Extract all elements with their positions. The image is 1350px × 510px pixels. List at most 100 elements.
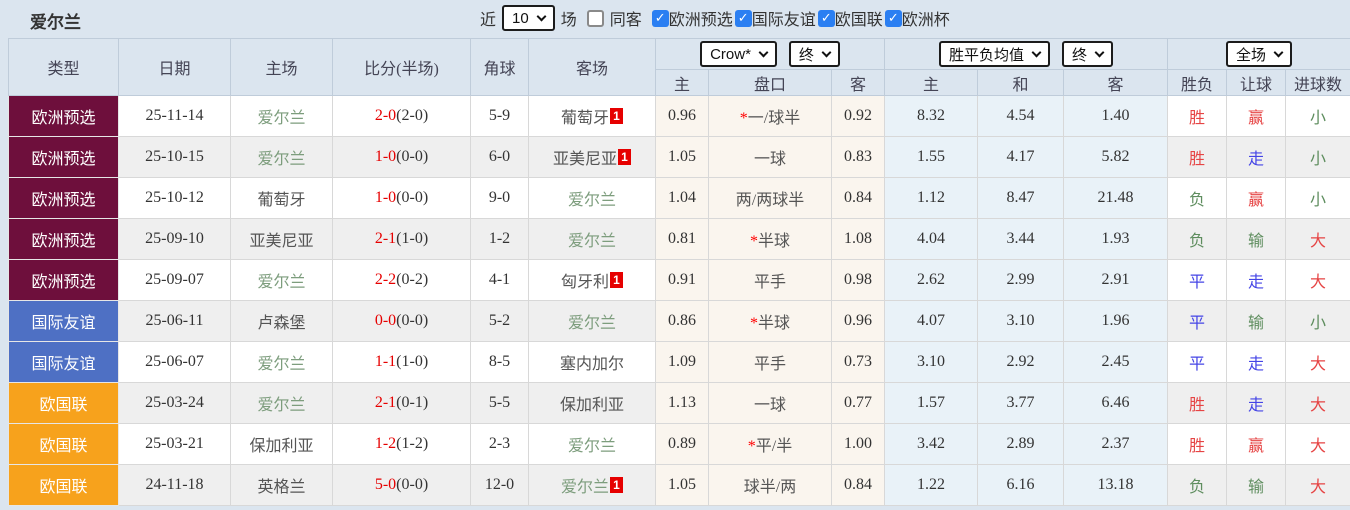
league-filter-checkbox[interactable] <box>884 9 902 27</box>
score-cell: 1-1(1-0) <box>332 341 471 383</box>
avg-draw-cell: 6.16 <box>977 464 1064 506</box>
league-type-cell: 欧洲预选 <box>8 218 119 260</box>
odds-home-cell: 0.86 <box>655 300 709 342</box>
table-row: 欧洲预选 25-09-07 爱尔兰 2-2(0-2) 4-1 匈牙利 1 0.91 平手 0.98… <box>8 259 1350 301</box>
goals-cell: 大 <box>1284 259 1350 301</box>
handicap-cell: *半球 <box>708 300 832 342</box>
match-date-cell: 25-10-15 <box>118 136 231 178</box>
table-row: 欧国联 25-03-21 保加利亚 1-2(1-2) 2-3 爱尔兰 0.89 *平/半 1.0… <box>8 423 1350 465</box>
team-name: 爱尔兰 <box>567 192 616 209</box>
league-type-cell: 国际友谊 <box>8 341 119 383</box>
table-row: 欧洲预选 25-09-10 亚美尼亚 2-1(1-0) 1-2 爱尔兰 0.81 *半球 1.0… <box>8 218 1350 260</box>
odds-time-select[interactable]: 终 <box>788 41 840 67</box>
match-date-cell: 25-09-10 <box>118 218 231 260</box>
odds-home-cell: 1.04 <box>655 177 709 219</box>
odds-group-header: Crow* 终 <box>655 38 885 70</box>
league-type-cell: 欧洲预选 <box>8 259 119 301</box>
full-score: 1-2 <box>374 435 397 452</box>
team-name: 爱尔兰 <box>567 438 616 455</box>
avg-home-cell: 3.42 <box>884 423 978 465</box>
corner-cell: 2-3 <box>470 423 529 465</box>
avg-away-cell: 21.48 <box>1063 177 1168 219</box>
handicap-star: * <box>739 110 748 127</box>
table-row: 欧国联 25-03-24 爱尔兰 2-1(0-1) 5-5 保加利亚 1.13 一球 0.77 1… <box>8 382 1350 424</box>
avg-time-select[interactable]: 终 <box>1062 41 1114 67</box>
recent-count-select[interactable]: 10 <box>502 5 555 31</box>
rank-badge[interactable]: 1 <box>618 149 631 165</box>
league-filter-label[interactable]: 欧洲杯 <box>902 6 950 30</box>
odds-away-cell: 0.92 <box>831 95 885 137</box>
league-filter-label[interactable]: 欧国联 <box>835 6 883 30</box>
match-date-cell: 25-03-24 <box>118 382 231 424</box>
half-score: (2-0) <box>396 107 429 124</box>
team-name: 匈牙利 <box>560 274 609 291</box>
home-team-cell: 爱尔兰 <box>230 136 333 178</box>
table-row: 欧洲预选 25-10-12 葡萄牙 1-0(0-0) 9-0 爱尔兰 1.04 两/两球半 0.… <box>8 177 1350 219</box>
league-type-cell: 国际友谊 <box>8 300 119 342</box>
league-filter-checkbox[interactable] <box>651 9 669 27</box>
rank-badge[interactable]: 1 <box>610 272 623 288</box>
result-cell: 平 <box>1167 341 1227 383</box>
chevron-down-icon <box>821 47 832 57</box>
handicap-cell: 球半/两 <box>708 464 832 506</box>
goals-cell: 大 <box>1284 382 1350 424</box>
avg-group-header: 胜平负均值 终 <box>884 38 1168 70</box>
home-team-cell: 亚美尼亚 <box>230 218 333 260</box>
odds-company-select[interactable]: Crow* <box>700 41 777 67</box>
sub-header-avg-away: 客 <box>1063 69 1168 96</box>
league-filter-label[interactable]: 国际友谊 <box>752 6 816 30</box>
full-score: 1-1 <box>374 353 397 370</box>
team-name: 塞内加尔 <box>559 356 624 373</box>
rank-badge[interactable]: 1 <box>610 108 623 124</box>
sub-header-handicap-result: 让球 <box>1226 69 1286 96</box>
team-name: 保加利亚 <box>249 438 314 455</box>
table-row: 欧洲预选 25-11-14 爱尔兰 2-0(2-0) 5-9 葡萄牙 1 0.96 *一/球半 0… <box>8 95 1350 137</box>
away-team-cell: 塞内加尔 <box>528 341 656 383</box>
match-date-cell: 25-10-12 <box>118 177 231 219</box>
league-filter-checkbox[interactable] <box>817 9 835 27</box>
league-filter-label[interactable]: 欧洲预选 <box>669 6 733 30</box>
away-team-cell: 爱尔兰 <box>528 423 656 465</box>
avg-away-cell: 1.40 <box>1063 95 1168 137</box>
home-team-cell: 葡萄牙 <box>230 177 333 219</box>
score-cell: 1-0(0-0) <box>332 177 471 219</box>
handicap-result-cell: 输 <box>1226 464 1286 506</box>
half-score: (0-0) <box>396 148 429 165</box>
avg-type-select[interactable]: 胜平负均值 <box>938 41 1050 67</box>
col-header-score: 比分(半场) <box>332 38 471 96</box>
team-name: 葡萄牙 <box>560 110 609 127</box>
handicap-cell: *一/球半 <box>708 95 832 137</box>
odds-home-cell: 0.96 <box>655 95 709 137</box>
team-name: 爱尔兰 <box>257 397 306 414</box>
avg-draw-cell: 2.89 <box>977 423 1064 465</box>
league-type-cell: 欧洲预选 <box>8 177 119 219</box>
full-score: 2-0 <box>374 107 397 124</box>
team-name: 爱尔兰 <box>567 315 616 332</box>
result-cell: 平 <box>1167 300 1227 342</box>
league-type-cell: 欧洲预选 <box>8 95 119 137</box>
half-score: (0-0) <box>396 312 429 329</box>
avg-home-cell: 1.55 <box>884 136 978 178</box>
same-away-checkbox[interactable] <box>586 9 604 27</box>
league-filter-checkbox[interactable] <box>734 9 752 27</box>
match-date-cell: 25-09-07 <box>118 259 231 301</box>
avg-away-cell: 5.82 <box>1063 136 1168 178</box>
avg-away-cell: 13.18 <box>1063 464 1168 506</box>
sub-header-handicap: 盘口 <box>708 69 832 96</box>
handicap-star: * <box>749 315 758 332</box>
same-away-label[interactable]: 同客 <box>610 6 642 30</box>
rank-badge[interactable]: 1 <box>610 477 623 493</box>
team-name: 英格兰 <box>257 479 306 496</box>
away-team-cell: 葡萄牙 1 <box>528 95 656 137</box>
odds-away-cell: 0.84 <box>831 177 885 219</box>
odds-away-cell: 0.84 <box>831 464 885 506</box>
home-team-cell: 英格兰 <box>230 464 333 506</box>
col-header-type: 类型 <box>8 38 119 96</box>
avg-draw-cell: 2.99 <box>977 259 1064 301</box>
team-name: 爱尔兰 <box>257 110 306 127</box>
sub-header-avg-draw: 和 <box>977 69 1064 96</box>
scope-select[interactable]: 全场 <box>1226 41 1293 67</box>
avg-home-cell: 1.22 <box>884 464 978 506</box>
avg-away-cell: 1.96 <box>1063 300 1168 342</box>
home-team-cell: 爱尔兰 <box>230 95 333 137</box>
